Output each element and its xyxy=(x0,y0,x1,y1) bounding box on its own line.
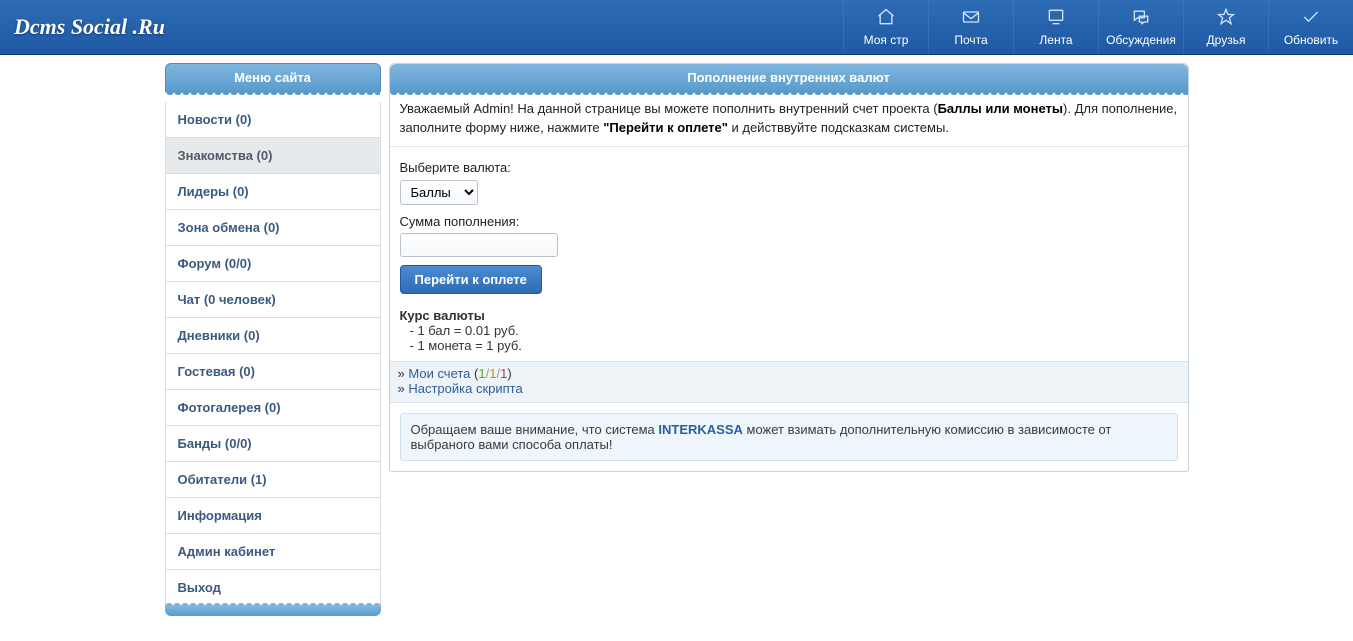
intro-post: и действвуйте подсказкам системы. xyxy=(728,120,949,135)
menu-news[interactable]: Новости (0) xyxy=(166,102,380,137)
home-icon xyxy=(876,7,896,30)
feed-icon xyxy=(1046,7,1066,30)
link-label: Мои счета xyxy=(408,366,470,381)
nav-label: Обсуждения xyxy=(1106,33,1176,47)
sidebar-footer-decor xyxy=(165,606,381,616)
rates-title: Курс валюты xyxy=(400,308,1178,323)
nav-label: Почта xyxy=(954,33,987,47)
link-script-settings[interactable]: Настройка скрипта xyxy=(408,381,522,396)
notice-pre: Обращаем ваше внимание, что система xyxy=(411,422,659,437)
link-my-accounts[interactable]: Мои счета xyxy=(408,366,474,381)
amount-label: Сумма пополнения: xyxy=(400,213,1178,232)
nav-talks[interactable]: Обсуждения xyxy=(1098,0,1183,54)
sidebar-title: Меню сайта xyxy=(165,63,381,92)
main: Пополнение внутренних валют Уважаемый Ad… xyxy=(389,63,1189,472)
menu-chat[interactable]: Чат (0 человек) xyxy=(166,282,380,317)
submit-button[interactable]: Перейти к оплете xyxy=(400,265,542,294)
amount-input[interactable] xyxy=(400,233,558,257)
notice-keyword: INTERKASSA xyxy=(658,422,743,437)
top-nav: Моя стр Почта Лента Обсуждения Друзья xyxy=(843,0,1353,54)
nav-label: Обновить xyxy=(1284,33,1338,47)
mail-icon xyxy=(961,7,981,30)
rate-line: - 1 бал = 0.01 руб. xyxy=(400,323,1178,338)
main-title: Пополнение внутренних валют xyxy=(390,64,1188,92)
nav-friends[interactable]: Друзья xyxy=(1183,0,1268,54)
nav-label: Моя стр xyxy=(864,33,909,47)
star-icon xyxy=(1216,7,1236,30)
quick-links: » Мои счета (1/1/1) » Настройка скрипта xyxy=(390,361,1188,403)
menu-leaders[interactable]: Лидеры (0) xyxy=(166,174,380,209)
topup-form: Выберите валюта: Баллы Сумма пополнения:… xyxy=(390,146,1188,303)
menu-exchange[interactable]: Зона обмена (0) xyxy=(166,210,380,245)
nav-mypage[interactable]: Моя стр xyxy=(843,0,928,54)
count-red: 1 xyxy=(500,366,507,381)
nav-label: Лента xyxy=(1039,33,1072,47)
intro-bold-action: "Перейти к оплете" xyxy=(603,120,728,135)
sidebar: Меню сайта Новости (0) Знакомства (0) Ли… xyxy=(165,63,381,616)
topbar: Dcms Social .Ru Моя стр Почта Лента Обсу… xyxy=(0,0,1353,55)
menu-forum[interactable]: Форум (0/0) xyxy=(166,246,380,281)
nav-mail[interactable]: Почта xyxy=(928,0,1013,54)
sidebar-menu: Новости (0) Знакомства (0) Лидеры (0) Зо… xyxy=(165,102,381,606)
menu-info[interactable]: Информация xyxy=(166,498,380,533)
nav-feed[interactable]: Лента xyxy=(1013,0,1098,54)
menu-gallery[interactable]: Фотогалерея (0) xyxy=(166,390,380,425)
menu-diaries[interactable]: Дневники (0) xyxy=(166,318,380,353)
commission-notice: Обращаем ваше внимание, что система INTE… xyxy=(400,413,1178,461)
rates-block: Курс валюты - 1 бал = 0.01 руб. - 1 моне… xyxy=(390,302,1188,361)
menu-users[interactable]: Обитатели (1) xyxy=(166,462,380,497)
raquo-icon: » xyxy=(398,366,405,381)
menu-guestbook[interactable]: Гостевая (0) xyxy=(166,354,380,389)
currency-select[interactable]: Баллы xyxy=(400,180,478,205)
menu-gangs[interactable]: Банды (0/0) xyxy=(166,426,380,461)
menu-dating[interactable]: Знакомства (0) xyxy=(166,138,380,173)
intro-pre: Уважаемый Admin! На данной странице вы м… xyxy=(400,101,938,116)
currency-label: Выберите валюта: xyxy=(400,159,1178,178)
nav-refresh[interactable]: Обновить xyxy=(1268,0,1353,54)
chat-icon xyxy=(1131,7,1151,30)
intro-bold-currencies: Баллы или монеты xyxy=(938,101,1063,116)
check-icon xyxy=(1301,7,1321,30)
count-green: 1 xyxy=(478,366,485,381)
rate-line: - 1 монета = 1 руб. xyxy=(400,338,1178,353)
nav-label: Друзья xyxy=(1207,33,1246,47)
site-logo[interactable]: Dcms Social .Ru xyxy=(0,0,843,54)
menu-admin[interactable]: Админ кабинет xyxy=(166,534,380,569)
raquo-icon: » xyxy=(398,381,405,396)
main-panel: Пополнение внутренних валют Уважаемый Ad… xyxy=(389,63,1189,472)
intro-text: Уважаемый Admin! На данной странице вы м… xyxy=(390,92,1188,146)
accounts-counts: (1/1/1) xyxy=(474,366,512,381)
